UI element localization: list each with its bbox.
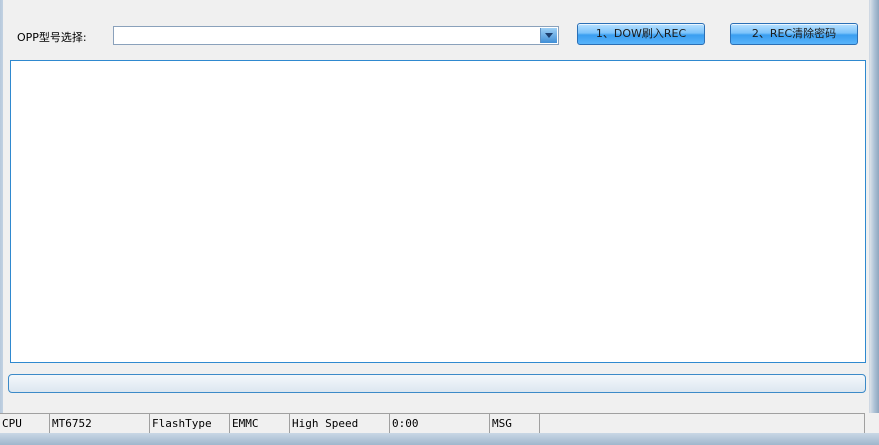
status-timer: 0:00 bbox=[390, 413, 490, 433]
status-msg: MSG bbox=[490, 413, 540, 433]
chevron-down-icon bbox=[545, 33, 553, 38]
model-select-label: OPP型号选择: bbox=[17, 31, 87, 44]
status-speed: High Speed bbox=[290, 413, 390, 433]
dropdown-button[interactable] bbox=[540, 28, 557, 43]
window-bottom-edge bbox=[0, 433, 879, 445]
client-area: OPP型号选择: 1、DOW刷入REC 2、REC清除密码 bbox=[3, 0, 870, 440]
log-output-area[interactable] bbox=[10, 60, 866, 363]
status-flashtype-value: EMMC bbox=[230, 413, 290, 433]
clear-password-button[interactable]: 2、REC清除密码 bbox=[730, 23, 858, 45]
status-bar: CPU MT6752 FlashType EMMC High Speed 0:0… bbox=[0, 413, 879, 433]
model-select-combobox[interactable] bbox=[113, 26, 559, 45]
status-cpu-label: CPU bbox=[0, 413, 50, 433]
flash-rec-button[interactable]: 1、DOW刷入REC bbox=[577, 23, 705, 45]
progress-bar bbox=[8, 374, 866, 393]
status-flashtype-label: FlashType bbox=[150, 413, 230, 433]
status-message-text bbox=[540, 413, 865, 433]
status-cpu-value: MT6752 bbox=[50, 413, 150, 433]
